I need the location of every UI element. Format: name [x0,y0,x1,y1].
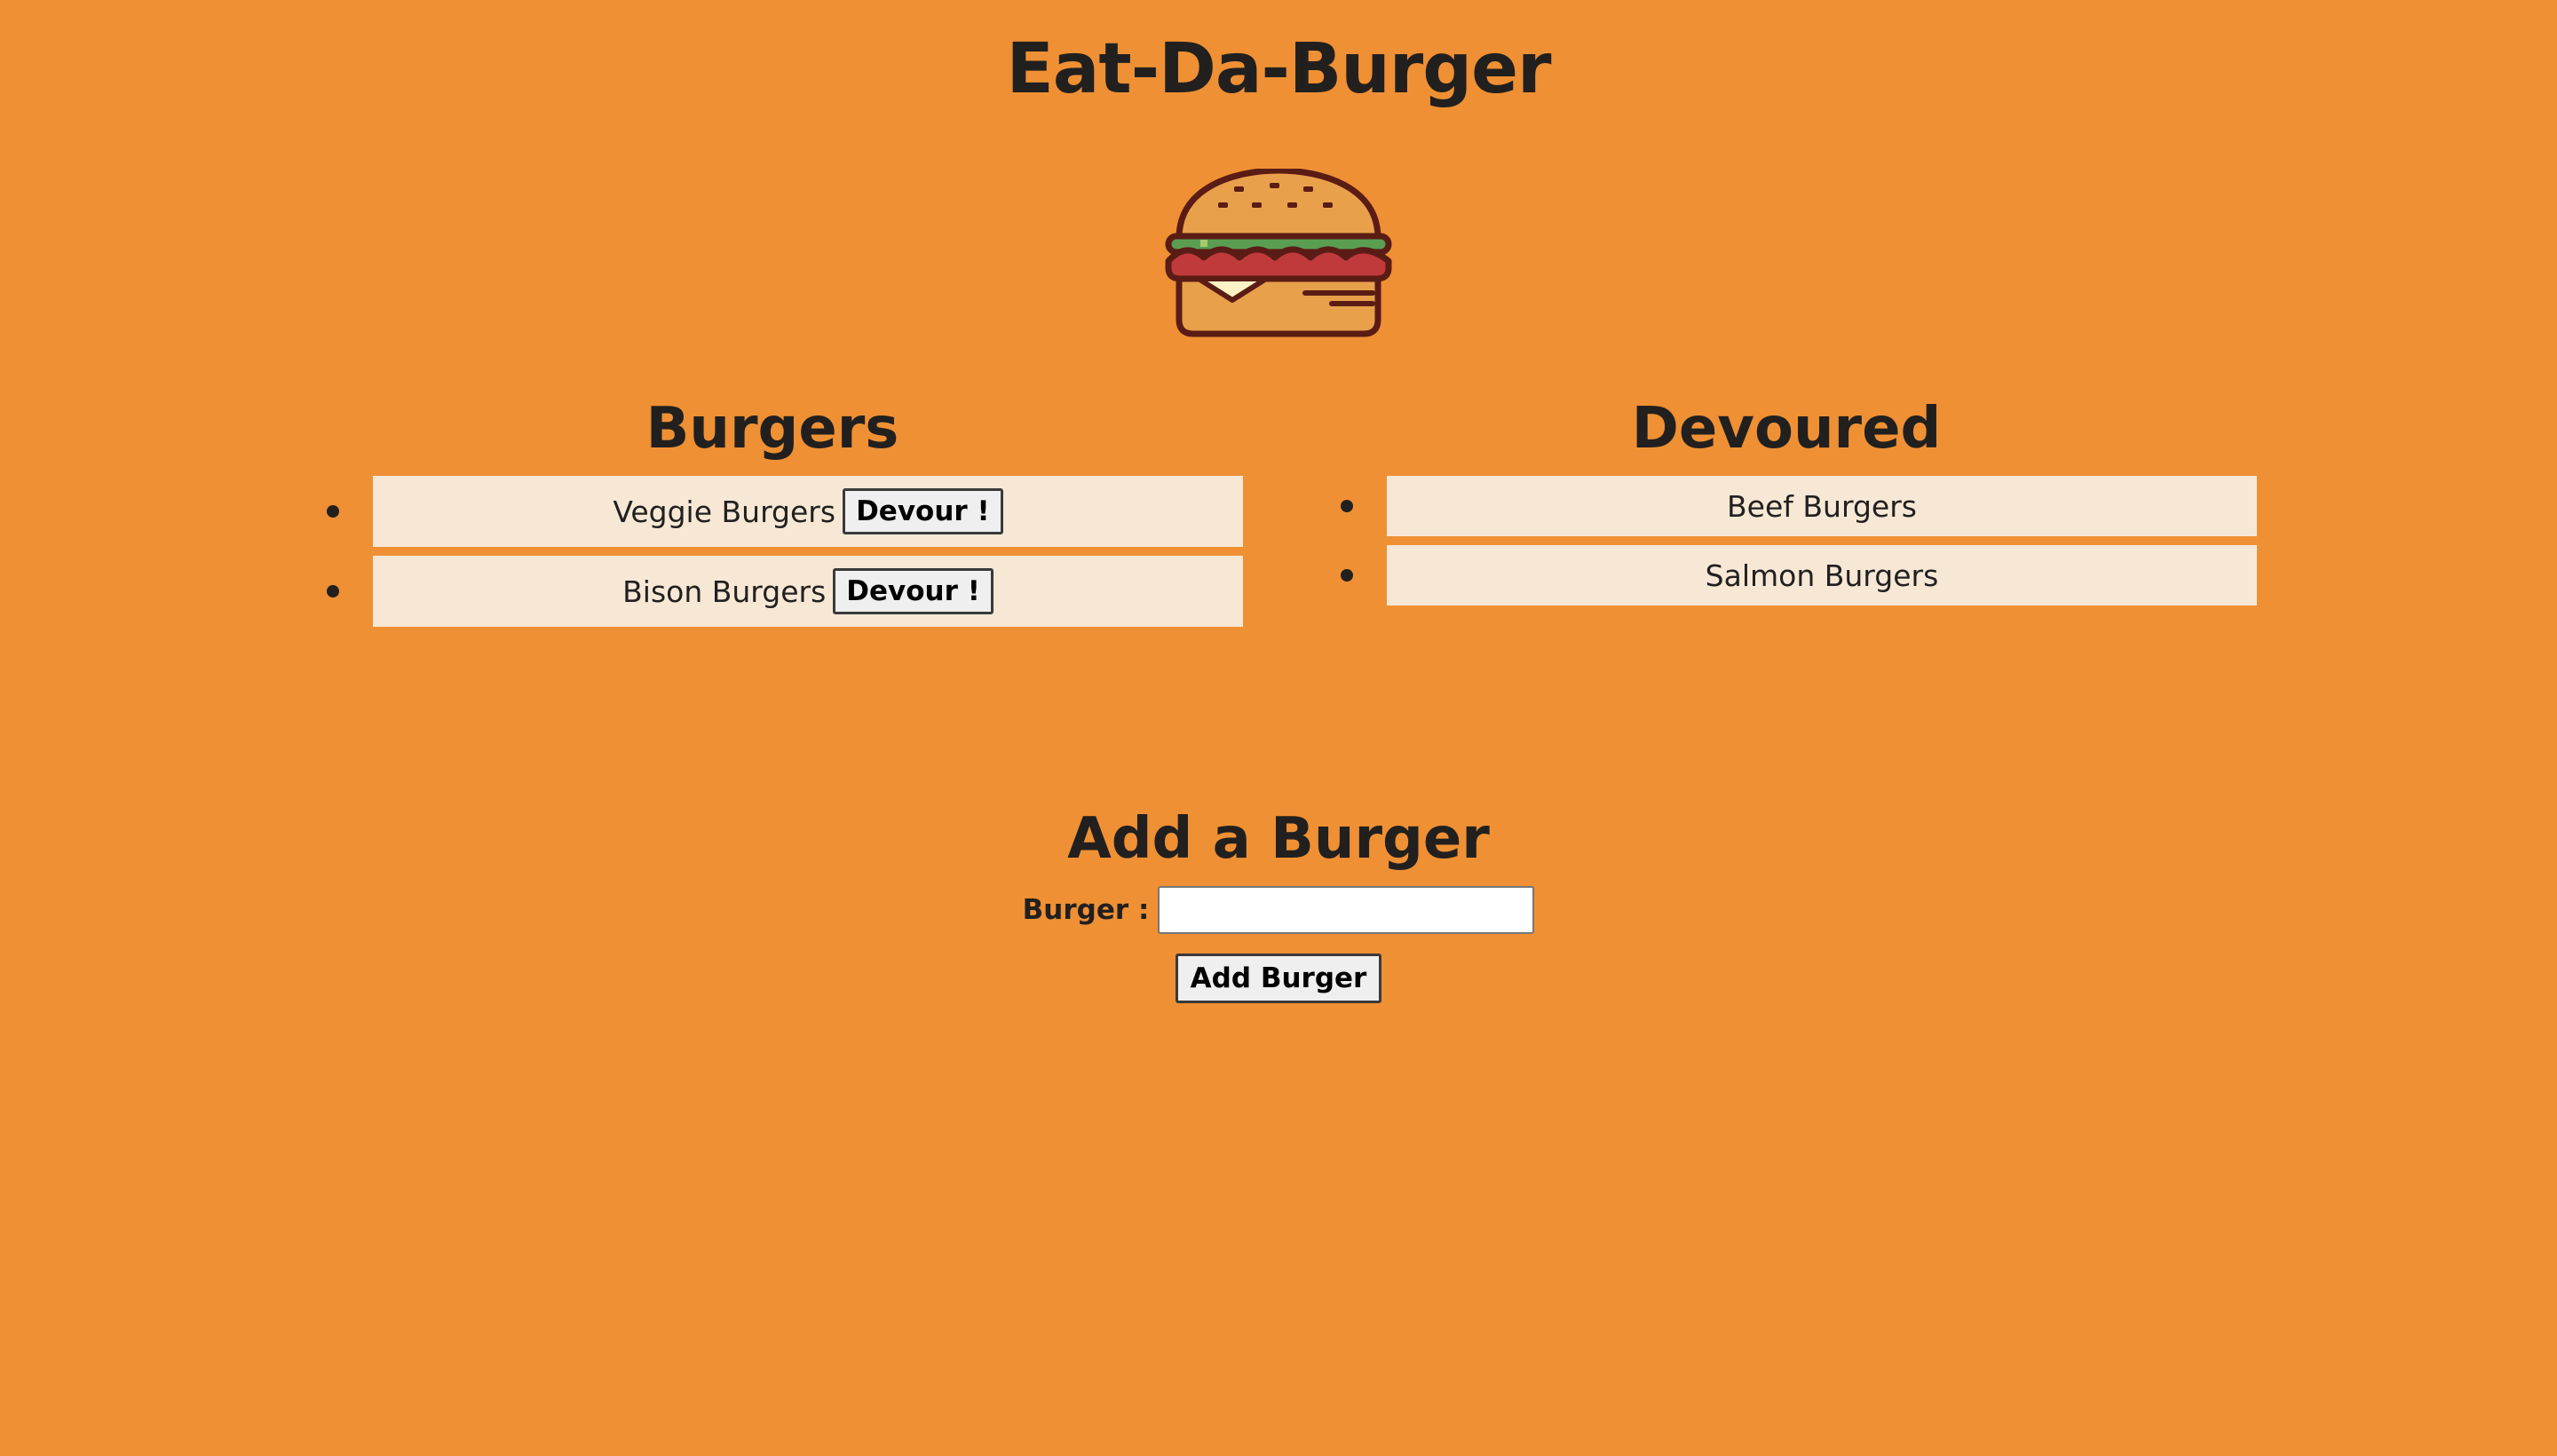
add-burger-title: Add a Burger [1067,806,1490,872]
add-burger-form: Burger : Add Burger [0,886,2557,1004]
page-title: Eat-Da-Burger [1006,29,1552,109]
bullet-icon [327,585,339,597]
list-item: Salmon Burgers [1341,545,2257,605]
devour-button[interactable]: Devour ! [833,567,994,615]
burgers-section: Burgers Veggie Burgers Devour ! Bison Bu… [284,391,1261,636]
bullet-icon [327,505,339,518]
burgers-list: Veggie Burgers Devour ! Bison Burgers De… [284,476,1261,627]
list-item: Bison Burgers Devour ! [327,556,1243,627]
list-item: Veggie Burgers Devour ! [327,476,1243,547]
add-burger-section: Add a Burger Burger : Add Burger [0,799,2557,1004]
burger-name: Bison Burgers [622,574,827,609]
devoured-burger-name: Beef Burgers [1727,488,1917,524]
hamburger-icon [1165,169,1392,337]
bullet-icon [1341,569,1353,582]
burger-label: Burger : [1022,894,1150,926]
add-burger-button[interactable]: Add Burger [1175,954,1382,1004]
devoured-burger-name: Salmon Burgers [1705,558,1939,593]
devoured-section: Devoured Beef Burgers Salmon Burgers [1298,391,2275,614]
burger-field-row: Burger : [0,886,2557,934]
burger-name-input[interactable] [1158,886,1535,934]
devour-button[interactable]: Devour ! [843,487,1003,535]
devoured-list: Beef Burgers Salmon Burgers [1298,476,2275,605]
burgers-title: Burgers [645,396,899,462]
list-item: Beef Burgers [1341,476,2257,536]
devoured-title: Devoured [1631,396,1942,462]
burger-name: Veggie Burgers [613,494,836,529]
bullet-icon [1341,500,1353,512]
